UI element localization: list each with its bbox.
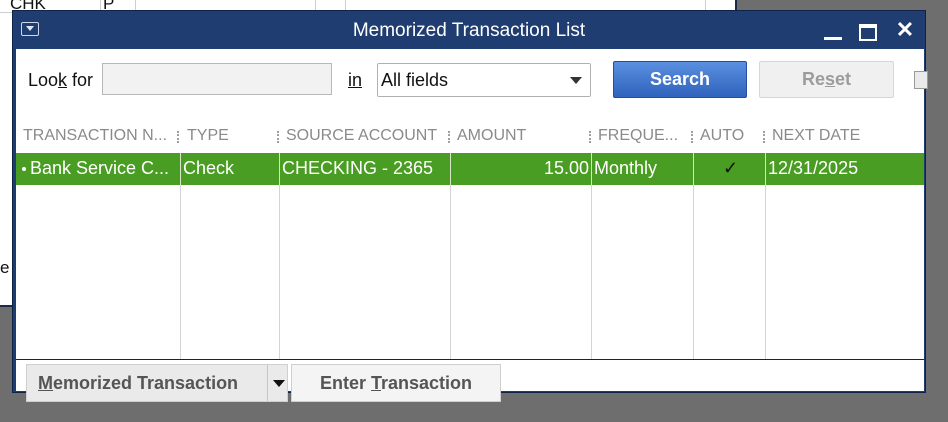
enter-transaction-button[interactable]: Enter Transaction	[291, 364, 501, 402]
search-field-select[interactable]: All fields	[377, 63, 591, 97]
column-resize-handle[interactable]	[177, 131, 181, 143]
memorized-transaction-label: Memorized Transaction	[38, 373, 239, 393]
column-resize-handle[interactable]	[589, 131, 593, 143]
search-field-value: All fields	[381, 70, 449, 90]
memorized-transaction-menu-button[interactable]: Memorized Transaction	[26, 364, 288, 402]
column-resize-handle[interactable]	[691, 131, 695, 143]
transaction-table: TRANSACTION N... TYPE SOURCE ACCOUNT AMO…	[16, 113, 924, 359]
column-divider	[279, 185, 280, 359]
column-header-frequency[interactable]: FREQUE...	[598, 127, 678, 145]
column-divider	[693, 153, 694, 185]
column-header-next-date[interactable]: NEXT DATE	[772, 127, 860, 145]
column-divider	[279, 153, 280, 185]
column-divider	[693, 185, 694, 359]
close-icon[interactable]: ✕	[893, 19, 917, 41]
checkmark-icon: ✓	[723, 158, 739, 178]
look-for-input[interactable]	[102, 63, 332, 95]
search-button[interactable]: Search	[613, 61, 747, 98]
window-content: Look for in All fields Search Reset TRAN…	[16, 49, 928, 402]
chevron-down-icon[interactable]	[273, 380, 285, 387]
column-divider	[591, 185, 592, 359]
window-title: Memorized Transaction List	[352, 20, 586, 41]
row-bullet-icon	[22, 167, 26, 171]
background-text: e	[0, 258, 10, 277]
column-divider	[180, 185, 181, 359]
cell-next-date: 12/31/2025	[768, 158, 859, 178]
column-divider	[180, 153, 181, 185]
cell-source-account: CHECKING - 2365	[282, 158, 434, 178]
column-resize-handle[interactable]	[448, 131, 452, 143]
column-header-amount[interactable]: AMOUNT	[457, 127, 526, 145]
column-header-transaction-name[interactable]: TRANSACTION N...	[23, 127, 167, 145]
column-header-source-account[interactable]: SOURCE ACCOUNT	[286, 127, 437, 145]
reset-button[interactable]: Reset	[759, 61, 894, 98]
column-divider	[591, 153, 592, 185]
column-header-auto[interactable]: AUTO	[700, 127, 744, 145]
maximize-icon[interactable]	[857, 19, 881, 41]
in-label: in	[348, 70, 363, 90]
title-bar[interactable]: Memorized Transaction List ✕	[13, 11, 925, 49]
cell-frequency: Monthly	[594, 158, 658, 178]
chevron-down-icon	[570, 77, 582, 84]
column-divider	[450, 185, 451, 359]
look-for-label: Look for	[28, 70, 94, 90]
column-divider	[765, 185, 766, 359]
cell-type: Check	[183, 158, 235, 178]
divider	[267, 365, 268, 401]
column-divider	[765, 153, 766, 185]
memorized-transaction-window: Memorized Transaction List ✕ Look for in…	[12, 10, 928, 402]
include-inactive-checkbox[interactable]	[914, 71, 928, 89]
column-resize-handle[interactable]	[277, 131, 281, 143]
cell-transaction-name: Bank Service C...	[30, 158, 170, 178]
column-resize-handle[interactable]	[763, 131, 767, 143]
column-divider	[450, 153, 451, 185]
divider	[16, 359, 924, 360]
cell-amount: 15.00	[543, 158, 589, 178]
table-row[interactable]: Bank Service C... Check CHECKING - 2365 …	[16, 153, 924, 185]
minimize-icon[interactable]	[821, 19, 845, 41]
column-header-type[interactable]: TYPE	[187, 127, 229, 145]
